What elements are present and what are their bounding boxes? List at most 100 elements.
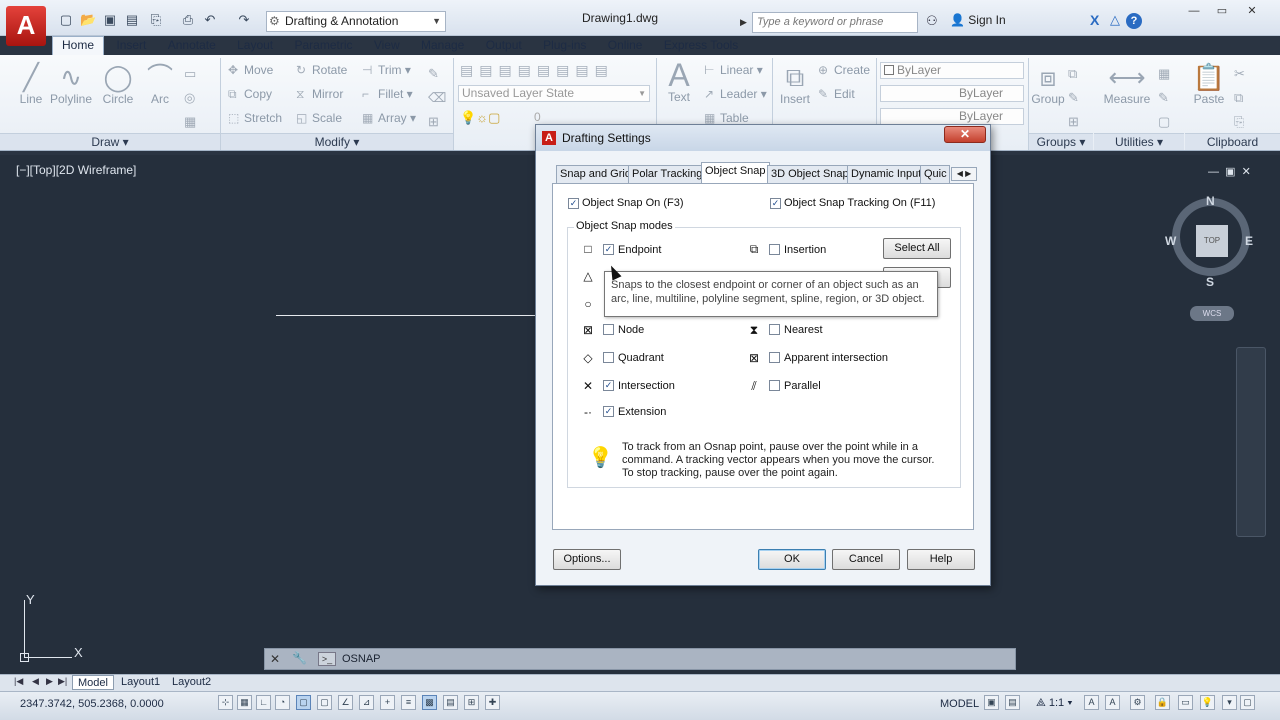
wrench-icon[interactable]: 🔧 xyxy=(292,651,307,665)
dyn-toggle[interactable]: + xyxy=(380,695,395,710)
apparent-intersection-label[interactable]: Apparent intersection xyxy=(784,352,888,364)
sign-in-button[interactable]: 👤 Sign In xyxy=(950,13,1006,27)
autodesk-360-icon[interactable]: △ xyxy=(1110,12,1120,28)
array-button[interactable]: ▦ Array ▾ xyxy=(362,109,416,127)
tab-3d-object-snap[interactable]: 3D Object Snap xyxy=(767,165,853,184)
linetype-dropdown[interactable]: ByLayer xyxy=(880,85,1024,102)
clipboard-panel-title[interactable]: Clipboard xyxy=(1185,133,1280,150)
apparent-intersection-checkbox[interactable] xyxy=(769,352,780,363)
osnap-tracking-checkbox[interactable]: ✓ xyxy=(770,198,781,209)
annotation-scale[interactable]: ⟁ 1:1 ▾ xyxy=(1036,697,1073,710)
osnap-tracking-label[interactable]: Object Snap Tracking On (F11) xyxy=(784,197,935,209)
tab-express-tools[interactable]: Express Tools xyxy=(655,37,747,56)
command-input[interactable]: OSNAP xyxy=(342,653,381,665)
help-icon[interactable]: ? xyxy=(1126,13,1142,29)
polar-toggle[interactable]: ◔ xyxy=(275,695,290,710)
create-block-button[interactable]: ⊕ Create xyxy=(818,61,870,79)
tab-layout2[interactable]: Layout2 xyxy=(167,675,216,690)
binoculars-icon[interactable]: ⚇ xyxy=(926,13,938,29)
layer-tool-icons[interactable]: ▤▤▤▤▤▤▤▤ xyxy=(460,62,654,84)
tab-model[interactable]: Model xyxy=(72,675,114,690)
quick-view-layouts-icon[interactable]: ▣ xyxy=(984,695,999,710)
new-icon[interactable]: ▢ xyxy=(58,12,74,28)
modify-extra-icons[interactable]: ✎ ⌫ ⊞ xyxy=(428,62,448,134)
fillet-button[interactable]: ⌐ Fillet ▾ xyxy=(362,85,413,103)
save-icon[interactable]: ▣ xyxy=(102,12,118,28)
quadrant-checkbox[interactable] xyxy=(603,352,614,363)
tab-snap-and-grid[interactable]: Snap and Grid xyxy=(556,165,635,184)
workspace-dropdown[interactable]: ⚙ Drafting & Annotation ▼ xyxy=(266,11,446,32)
group-button[interactable]: ⧈ Group xyxy=(1030,62,1066,106)
transparency-toggle[interactable]: ▩ xyxy=(422,695,437,710)
first-tab-icon[interactable]: |◀ xyxy=(14,676,23,687)
nearest-checkbox[interactable] xyxy=(769,324,780,335)
undo-icon[interactable]: ↶ xyxy=(202,12,218,28)
help-button[interactable]: Help xyxy=(907,549,975,570)
last-tab-icon[interactable]: ▶| xyxy=(58,676,67,687)
node-label[interactable]: Node xyxy=(618,324,644,336)
viewcube-top-face[interactable]: TOP xyxy=(1196,225,1228,257)
lock-icon[interactable]: 🔒 xyxy=(1155,695,1170,710)
command-prompt-icon[interactable]: >_ xyxy=(318,652,336,666)
arc-button[interactable]: ⌒ Arc xyxy=(142,62,178,106)
plot-preview-icon[interactable]: ⎘ xyxy=(148,12,164,28)
tab-annotate[interactable]: Annotate xyxy=(159,37,225,56)
nearest-label[interactable]: Nearest xyxy=(784,324,823,336)
infer-constraints-toggle[interactable]: ⊹ xyxy=(218,695,233,710)
close-window-icon[interactable]: ✕ xyxy=(1238,4,1266,18)
viewport-controls-label[interactable]: [−][Top][2D Wireframe] xyxy=(16,163,136,177)
navigation-bar[interactable] xyxy=(1236,347,1266,537)
drawn-line[interactable] xyxy=(276,315,538,316)
circle-button[interactable]: ◯ Circle xyxy=(100,62,136,106)
sc-toggle[interactable]: ⊞ xyxy=(464,695,479,710)
scale-button[interactable]: ◱ Scale xyxy=(296,109,342,127)
compass-north[interactable]: N xyxy=(1206,194,1215,208)
open-icon[interactable]: 📂 xyxy=(80,12,96,28)
layer-state-dropdown[interactable]: Unsaved Layer State ▼ xyxy=(458,85,650,102)
prev-tab-icon[interactable]: ◀ xyxy=(32,676,39,687)
tab-view[interactable]: View xyxy=(365,37,409,56)
clean-screen-icon[interactable]: ▢ xyxy=(1240,695,1255,710)
osnap-toggle[interactable]: ▢ xyxy=(296,695,311,710)
draw-panel-title[interactable]: Draw ▾ xyxy=(0,133,220,150)
intersection-checkbox[interactable]: ✓ xyxy=(603,380,614,391)
status-menu-icon[interactable]: ▾ xyxy=(1222,695,1237,710)
grid-toggle[interactable]: ▦ xyxy=(237,695,252,710)
osnap-on-checkbox[interactable]: ✓ xyxy=(568,198,579,209)
search-expand-icon[interactable]: ▶ xyxy=(740,12,752,33)
coordinate-readout[interactable]: 2347.3742, 505.2368, 0.0000 xyxy=(20,698,164,710)
maximize-icon[interactable]: ▭ xyxy=(1208,4,1236,18)
quadrant-label[interactable]: Quadrant xyxy=(618,352,664,364)
redo-icon[interactable]: ↷ xyxy=(236,12,252,28)
tab-quick-properties[interactable]: Quic xyxy=(920,165,950,184)
modify-panel-title[interactable]: Modify ▾ xyxy=(221,133,453,150)
utilities-extra-icons[interactable]: ▦ ✎ ▢ xyxy=(1158,62,1178,134)
tab-layout1[interactable]: Layout1 xyxy=(116,675,165,690)
am-toggle[interactable]: ✚ xyxy=(485,695,500,710)
tab-online[interactable]: Online xyxy=(599,37,652,56)
draw-extra-icons[interactable]: ▭ ◎ ▦ xyxy=(184,62,208,134)
measure-button[interactable]: ⟷ Measure xyxy=(1100,62,1154,106)
tab-manage[interactable]: Manage xyxy=(412,37,473,56)
tab-parametric[interactable]: Parametric xyxy=(285,37,361,56)
search-input[interactable]: Type a keyword or phrase xyxy=(752,12,918,33)
insertion-label[interactable]: Insertion xyxy=(784,244,826,256)
model-space-button[interactable]: MODEL xyxy=(940,698,979,710)
polyline-button[interactable]: ∿ Polyline xyxy=(50,62,92,106)
stretch-button[interactable]: ⬚ Stretch xyxy=(228,109,282,127)
extension-label[interactable]: Extension xyxy=(618,406,666,418)
close-icon[interactable]: ✕ xyxy=(270,652,280,666)
tab-home[interactable]: Home xyxy=(52,36,105,55)
3dosnap-toggle[interactable]: ▢ xyxy=(317,695,332,710)
paste-button[interactable]: 📋 Paste xyxy=(1190,62,1228,106)
line-button[interactable]: ╱ Line xyxy=(14,62,48,106)
extension-checkbox[interactable]: ✓ xyxy=(603,406,614,417)
next-tab-icon[interactable]: ▶ xyxy=(46,676,53,687)
group-extra-icons[interactable]: ⧉ ✎ ⊞ xyxy=(1068,62,1088,134)
viewport-window-controls[interactable]: — ▣ ✕ xyxy=(1208,165,1251,178)
endpoint-label[interactable]: Endpoint xyxy=(618,244,661,256)
trim-button[interactable]: ⊣ Trim ▾ xyxy=(362,61,411,79)
workspace-switch-icon[interactable]: ⚙ xyxy=(1130,695,1145,710)
compass-west[interactable]: W xyxy=(1165,234,1176,248)
endpoint-checkbox[interactable]: ✓ xyxy=(603,244,614,255)
